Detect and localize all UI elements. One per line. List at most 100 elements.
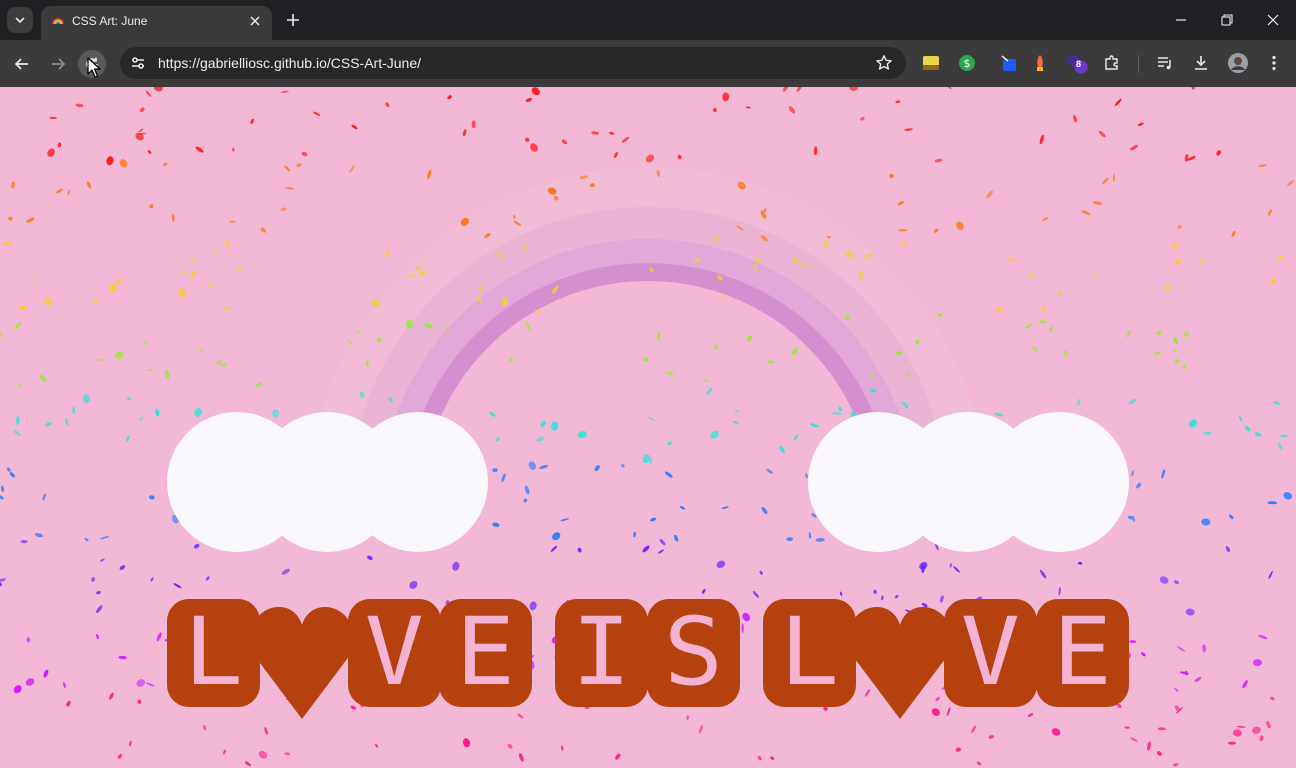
chrome-menu-button[interactable] (1263, 52, 1285, 74)
letter-i: I (571, 598, 632, 707)
confetti-piece (594, 465, 600, 472)
confetti-piece (1184, 154, 1189, 162)
forward-button[interactable] (44, 50, 72, 78)
tab-search-button[interactable] (7, 7, 33, 33)
url-text[interactable]: https://gabrielliosc.github.io/CSS-Art-J… (158, 55, 421, 71)
extension-notes-button[interactable] (920, 52, 942, 74)
confetti-piece (686, 715, 689, 721)
confetti-piece (500, 297, 509, 307)
confetti-piece (264, 727, 268, 735)
confetti-piece (408, 273, 415, 278)
confetti-piece (667, 441, 672, 446)
confetti-piece (1157, 727, 1166, 731)
media-controls-button[interactable] (1154, 52, 1176, 74)
confetti-piece (716, 560, 726, 569)
extension-dollar-button[interactable]: $ (956, 52, 978, 74)
confetti-piece (356, 330, 362, 335)
confetti-piece (1093, 272, 1098, 276)
downloads-button[interactable] (1190, 52, 1212, 74)
extension-rocket-button[interactable] (1029, 52, 1051, 74)
confetti-piece (96, 605, 103, 613)
back-button[interactable] (8, 50, 36, 78)
confetti-piece (1171, 349, 1178, 352)
site-info-button[interactable] (128, 53, 148, 73)
confetti-piece (894, 351, 903, 355)
confetti-piece (1025, 323, 1033, 329)
confetti-piece (578, 430, 587, 439)
bookmark-button[interactable] (874, 53, 894, 73)
restore-button[interactable] (1204, 0, 1250, 40)
confetti-piece (471, 120, 476, 129)
confetti-piece (1041, 307, 1047, 311)
confetti-piece (1058, 586, 1061, 596)
tab-css-art-june[interactable]: CSS Art: June (41, 6, 272, 40)
confetti-piece (8, 216, 13, 221)
confetti-piece (770, 756, 775, 760)
confetti-piece (235, 268, 244, 271)
confetti-piece (255, 382, 262, 388)
confetti-piece (1173, 336, 1179, 345)
confetti-piece (1242, 680, 1248, 689)
confetti-piece (1194, 676, 1202, 683)
arrow-right-icon (52, 58, 66, 70)
confetti-piece (953, 566, 960, 573)
confetti-piece (109, 283, 117, 293)
close-window-button[interactable] (1250, 0, 1296, 40)
mouse-pointer-icon (87, 57, 101, 78)
confetti-piece (1236, 725, 1246, 728)
confetti-piece (1058, 291, 1063, 296)
confetti-piece (0, 582, 2, 587)
confetti-piece (149, 495, 155, 500)
confetti-piece (1198, 257, 1206, 265)
extension-blue-button[interactable] (998, 52, 1020, 74)
confetti-piece (100, 536, 110, 540)
address-bar[interactable]: https://gabrielliosc.github.io/CSS-Art-J… (120, 47, 906, 79)
word-love-2: L V E (763, 599, 1130, 719)
confetti-piece (1049, 326, 1053, 332)
new-tab-button[interactable] (282, 9, 304, 31)
tab-title: CSS Art: June (72, 14, 148, 28)
confetti-piece (971, 725, 976, 734)
letter-tile: S (647, 599, 740, 707)
confetti-piece (117, 753, 123, 759)
confetti-piece (752, 590, 759, 598)
css-art-canvas: L V E I S L V E (0, 87, 1296, 768)
confetti-piece (1063, 350, 1068, 356)
confetti-piece (1174, 580, 1179, 585)
confetti-piece (489, 411, 496, 417)
confetti-piece (377, 337, 382, 342)
confetti-piece (722, 292, 725, 300)
minimize-button[interactable] (1158, 0, 1204, 40)
confetti-piece (1258, 164, 1268, 167)
confetti-piece (1165, 285, 1171, 290)
confetti-piece (405, 319, 414, 329)
confetti-piece (280, 207, 287, 212)
confetti-piece (591, 131, 600, 135)
confetti-piece (280, 90, 289, 93)
confetti-piece (1146, 741, 1151, 751)
confetti-piece (1172, 241, 1178, 251)
extensions-menu-button[interactable] (1101, 52, 1123, 74)
confetti-piece (889, 173, 894, 179)
confetti-piece (164, 369, 170, 379)
confetti-piece (26, 217, 35, 223)
confetti-piece (904, 128, 914, 131)
confetti-piece (1174, 260, 1182, 264)
confetti-piece (478, 285, 482, 292)
confetti-piece (1229, 514, 1234, 520)
confetti-piece (1252, 659, 1262, 667)
profile-button[interactable] (1227, 52, 1249, 74)
confetti-piece (142, 340, 148, 346)
confetti-piece (873, 589, 877, 594)
confetti-piece (915, 339, 920, 345)
extension-badge-button[interactable]: 8 (1066, 52, 1088, 74)
confetti-piece (513, 220, 522, 227)
confetti-piece (547, 187, 557, 195)
confetti-piece (551, 421, 559, 431)
confetti-piece (44, 297, 53, 306)
confetti-piece (250, 118, 254, 125)
tab-close-button[interactable] (246, 12, 264, 30)
confetti-piece (190, 258, 196, 263)
confetti-piece (934, 158, 943, 163)
confetti-piece (372, 298, 380, 308)
